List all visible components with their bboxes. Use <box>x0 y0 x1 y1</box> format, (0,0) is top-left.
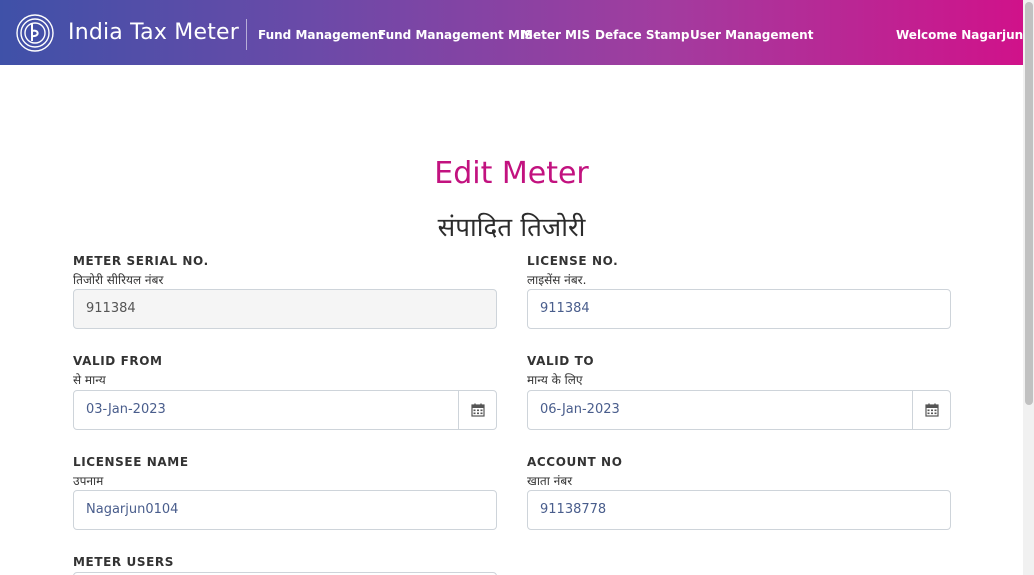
valid-to-input[interactable]: 06-Jan-2023 <box>527 390 913 430</box>
account-no-label-hindi: खाता नंबर <box>527 474 573 488</box>
meter-serial-label-hindi: तिजोरी सीरियल नंबर <box>73 273 164 287</box>
calendar-icon <box>470 403 485 417</box>
valid-from-label-hindi: से मान्य <box>73 373 106 387</box>
license-no-input[interactable]: 911384 <box>527 289 951 329</box>
page-scrollbar-thumb[interactable] <box>1025 2 1033 405</box>
valid-to-label: VALID TO <box>527 354 595 368</box>
nav-fund-management-mis[interactable]: Fund Management MIS <box>378 28 533 42</box>
valid-to-label-hindi: मान्य के लिए <box>527 373 583 387</box>
account-no-label: ACCOUNT NO <box>527 455 623 469</box>
top-navbar: India Tax Meter Fund Management Fund Man… <box>0 0 1023 65</box>
meter-serial-input[interactable]: 911384 <box>73 289 497 329</box>
licensee-name-label: LICENSEE NAME <box>73 455 189 469</box>
nav-meter-mis[interactable]: Meter MIS <box>521 28 590 42</box>
license-no-label-hindi: लाइसेंस नंबर. <box>527 273 587 287</box>
meter-serial-label: METER SERIAL NO. <box>73 254 209 268</box>
valid-to-calendar-button[interactable] <box>912 390 951 430</box>
valid-from-input[interactable]: 03-Jan-2023 <box>73 390 459 430</box>
brand-logo-icon[interactable] <box>16 14 54 52</box>
nav-fund-management[interactable]: Fund Management <box>258 28 384 42</box>
page-title: Edit Meter <box>434 156 589 191</box>
nav-deface-stamp[interactable]: Deface Stamp <box>595 28 689 42</box>
account-no-input[interactable]: 91138778 <box>527 490 951 530</box>
license-no-label: LICENSE NO. <box>527 254 619 268</box>
licensee-name-input[interactable]: Nagarjun0104 <box>73 490 497 530</box>
brand-title[interactable]: India Tax Meter <box>68 20 239 45</box>
page-title-hindi: संपादित तिजोरी <box>437 213 586 243</box>
valid-from-calendar-button[interactable] <box>458 390 497 430</box>
navbar-divider <box>246 19 247 50</box>
calendar-icon <box>924 403 939 417</box>
valid-from-label: VALID FROM <box>73 354 163 368</box>
meter-users-label: METER USERS <box>73 555 175 569</box>
licensee-name-label-hindi: उपनाम <box>73 474 104 488</box>
nav-user-management[interactable]: User Management <box>690 28 813 42</box>
welcome-user[interactable]: Welcome Nagarjun <box>896 28 1023 42</box>
